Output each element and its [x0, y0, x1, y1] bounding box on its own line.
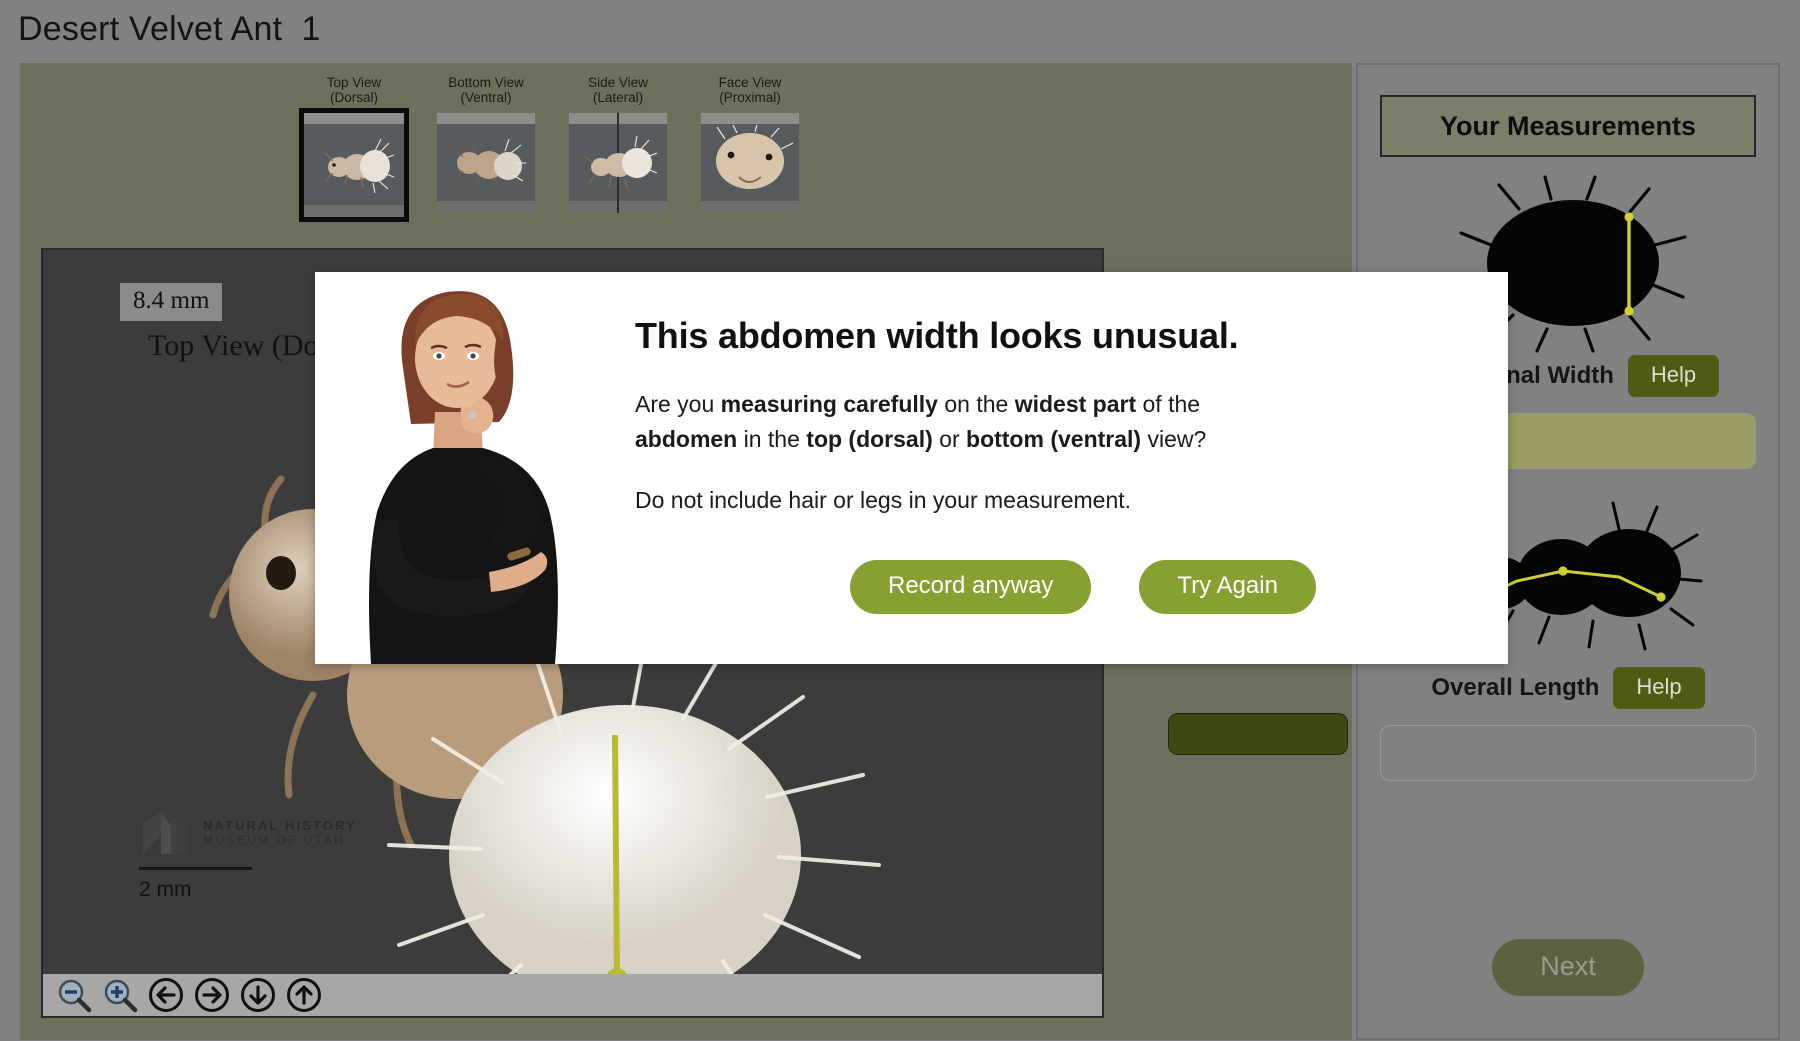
- zoom-out-icon: [58, 979, 92, 1013]
- museum-logo: NATURAL HISTORY MUSEUM OF UTAH: [141, 810, 357, 856]
- thumbnail-bottom-view-label: Bottom View (Ventral): [448, 75, 524, 105]
- thumbnail-top-view-image[interactable]: [299, 108, 409, 222]
- dialog-paragraph-1: Are you measuring carefully on the wides…: [635, 391, 1207, 452]
- record-anyway-button[interactable]: Record anyway: [850, 560, 1092, 614]
- thumbnail-top-view-label: Top View (Dorsal): [326, 75, 382, 105]
- overall-length-help-button[interactable]: Help: [1613, 667, 1705, 709]
- zoom-out-button[interactable]: [55, 976, 93, 1014]
- application-root: Desert Velvet Ant 1 Top View (Dorsal) Bo…: [0, 0, 1800, 1041]
- view-thumbnail-strip: Top View (Dorsal) Bottom View (Ventral) …: [299, 75, 802, 222]
- scale-bar-label: 2 mm: [139, 878, 192, 901]
- dialog-body: This abdomen width looks unusual. Are yo…: [605, 272, 1508, 614]
- thumbnail-face-view-label: Face View (Proximal): [718, 75, 782, 105]
- pan-right-button[interactable]: [193, 976, 231, 1014]
- thumbnail-face-view[interactable]: Face View (Proximal): [698, 75, 802, 213]
- next-button-wrap: Next: [1358, 939, 1778, 996]
- arrow-left-icon: [149, 978, 183, 1012]
- measurements-panel-header: Your Measurements: [1380, 95, 1756, 157]
- thumbnail-bottom-view-image[interactable]: [437, 113, 535, 213]
- thumbnail-side-view-label: Side View (Lateral): [588, 75, 648, 105]
- overall-length-input[interactable]: [1380, 725, 1756, 781]
- zoom-in-button[interactable]: [101, 976, 139, 1014]
- dialog-title: This abdomen width looks unusual.: [635, 315, 1239, 356]
- pan-up-button[interactable]: [285, 976, 323, 1014]
- try-again-button[interactable]: Try Again: [1139, 560, 1316, 614]
- unusual-measurement-dialog: This abdomen width looks unusual. Are yo…: [315, 272, 1508, 664]
- thumbnail-side-view[interactable]: Side View (Lateral): [566, 75, 670, 213]
- overall-length-row: Overall Length Help: [1358, 667, 1778, 709]
- arrow-up-icon: [287, 978, 321, 1012]
- current-measurement-readout: 8.4 mm: [120, 283, 223, 321]
- thumbnail-top-view[interactable]: Top View (Dorsal): [299, 75, 409, 222]
- viewer-toolbar: [43, 974, 1102, 1016]
- dialog-actions: Record anyway Try Again: [635, 560, 1468, 614]
- obscured-action-button[interactable]: [1168, 713, 1348, 755]
- scale-bar: [139, 867, 252, 870]
- dialog-paragraph-2: Do not include hair or legs in your meas…: [635, 487, 1132, 513]
- measurements-panel-title: Your Measurements: [1439, 110, 1697, 141]
- museum-logo-line2: MUSEUM OF UTAH: [203, 832, 346, 847]
- pan-down-button[interactable]: [239, 976, 277, 1014]
- thumbnail-face-view-image[interactable]: [701, 113, 799, 213]
- thumbnail-side-view-image[interactable]: [569, 113, 667, 213]
- arrow-right-icon: [195, 978, 229, 1012]
- museum-logo-mark: [143, 812, 187, 854]
- next-button[interactable]: Next: [1492, 939, 1644, 996]
- zoom-in-icon: [104, 979, 138, 1013]
- arrow-down-icon: [241, 978, 275, 1012]
- pan-left-button[interactable]: [147, 976, 185, 1014]
- abdominal-width-help-button[interactable]: Help: [1627, 355, 1720, 397]
- overall-length-label: Overall Length: [1431, 674, 1600, 701]
- instructor-photo: [315, 272, 605, 664]
- thumbnail-bottom-view[interactable]: Bottom View (Ventral): [434, 75, 538, 213]
- museum-logo-line1: NATURAL HISTORY: [203, 817, 357, 833]
- page-title: Desert Velvet Ant 1: [18, 10, 321, 48]
